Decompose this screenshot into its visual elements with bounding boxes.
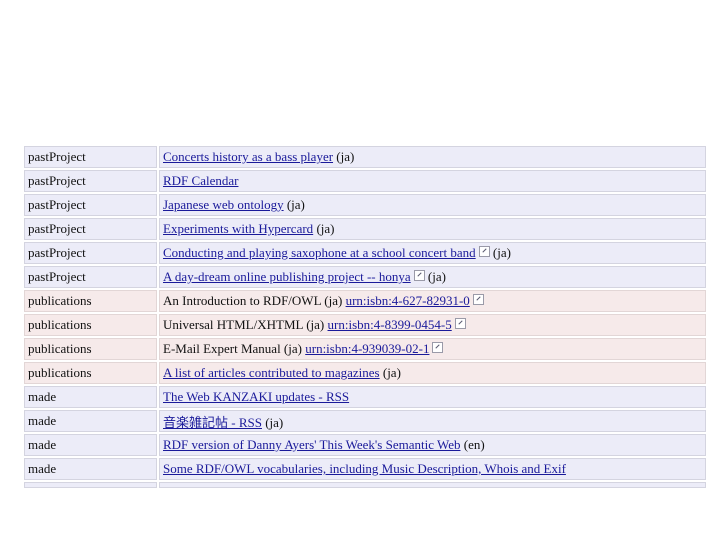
table-row: made Some RDF/OWL vocabularies, including…	[24, 458, 706, 482]
value-text: An Introduction to RDF/OWL (ja)	[163, 293, 346, 308]
properties-table: pastProject Concerts history as a bass pl…	[24, 146, 706, 488]
table-row: pastProject RDF Calendar	[24, 170, 706, 194]
value-link[interactable]: 音楽雑記帖 - RSS	[163, 415, 262, 430]
property-value-cell: E-Mail Expert Manual (ja) urn:isbn:4-939…	[159, 338, 706, 362]
value-link[interactable]: urn:isbn:4-8399-0454-5	[328, 317, 452, 332]
value-link[interactable]: Concerts history as a bass player	[163, 149, 333, 164]
table-row: made RDF version of Danny Ayers' This Wee…	[24, 434, 706, 458]
empty-cell	[24, 482, 159, 488]
value-link[interactable]: A list of articles contributed to magazi…	[163, 365, 380, 380]
value-link[interactable]: A day-dream online publishing project --…	[163, 269, 411, 284]
property-name-cell: made	[24, 410, 159, 434]
value-link[interactable]: The Web KANZAKI updates - RSS	[163, 389, 349, 404]
language-tag: (ja)	[261, 414, 284, 430]
property-value-cell: A list of articles contributed to magazi…	[159, 362, 706, 386]
value-link[interactable]: Experiments with Hypercard	[163, 221, 313, 236]
property-name-cell: publications	[24, 338, 159, 362]
property-name-cell: made	[24, 386, 159, 410]
properties-table-body: pastProject Concerts history as a bass pl…	[24, 146, 706, 488]
property-value-cell: Some RDF/OWL vocabularies, including Mus…	[159, 458, 706, 482]
table-row: pastProject Japanese web ontology (ja)	[24, 194, 706, 218]
table-row: pastProject Concerts history as a bass pl…	[24, 146, 706, 170]
language-tag: (ja)	[424, 269, 446, 284]
value-text: Universal HTML/XHTML (ja)	[163, 317, 328, 332]
property-value-cell: Conducting and playing saxophone at a sc…	[159, 242, 706, 266]
table-row: made 音楽雑記帖 - RSS (ja)	[24, 410, 706, 434]
table-row: publications Universal HTML/XHTML (ja) ur…	[24, 314, 706, 338]
language-tag: (ja)	[313, 221, 335, 236]
property-name-cell: pastProject	[24, 218, 159, 242]
property-value-cell: RDF Calendar	[159, 170, 706, 194]
external-link-icon	[478, 246, 490, 257]
property-name-cell: made	[24, 458, 159, 482]
value-link[interactable]: urn:isbn:4-627-82931-0	[346, 293, 470, 308]
property-value-cell: The Web KANZAKI updates - RSS	[159, 386, 706, 410]
value-link[interactable]: urn:isbn:4-939039-02-1	[305, 341, 429, 356]
external-link-icon	[472, 294, 484, 305]
table-row: publications E-Mail Expert Manual (ja) ur…	[24, 338, 706, 362]
table-row-partial	[24, 482, 706, 488]
property-value-cell: Universal HTML/XHTML (ja) urn:isbn:4-839…	[159, 314, 706, 338]
table-row: pastProject A day-dream online publishing…	[24, 266, 706, 290]
value-link[interactable]: Conducting and playing saxophone at a sc…	[163, 245, 476, 260]
language-tag: (en)	[460, 437, 485, 452]
language-tag: (ja)	[283, 197, 305, 212]
table-row: publications A list of articles contribut…	[24, 362, 706, 386]
value-link[interactable]: RDF version of Danny Ayers' This Week's …	[163, 437, 460, 452]
property-name-cell: pastProject	[24, 146, 159, 170]
property-value-cell: An Introduction to RDF/OWL (ja) urn:isbn…	[159, 290, 706, 314]
language-tag: (ja)	[489, 245, 511, 260]
external-link-icon	[413, 270, 425, 281]
property-name-cell: publications	[24, 362, 159, 386]
table-row: pastProject Experiments with Hypercard (j…	[24, 218, 706, 242]
property-value-cell: Concerts history as a bass player (ja)	[159, 146, 706, 170]
property-name-cell: pastProject	[24, 194, 159, 218]
property-value-cell: 音楽雑記帖 - RSS (ja)	[159, 410, 706, 434]
external-link-icon	[454, 318, 466, 329]
table-row: pastProject Conducting and playing saxoph…	[24, 242, 706, 266]
empty-cell	[159, 482, 706, 488]
language-tag: (ja)	[333, 149, 355, 164]
table-row: made The Web KANZAKI updates - RSS	[24, 386, 706, 410]
table-row: publications An Introduction to RDF/OWL (…	[24, 290, 706, 314]
language-tag: (ja)	[379, 365, 401, 380]
external-link-icon	[432, 342, 444, 353]
value-link[interactable]: Some RDF/OWL vocabularies, including Mus…	[163, 461, 566, 476]
value-text: E-Mail Expert Manual (ja)	[163, 341, 306, 356]
value-link[interactable]: RDF Calendar	[163, 173, 238, 188]
value-link[interactable]: Japanese web ontology	[163, 197, 284, 212]
property-value-cell: Japanese web ontology (ja)	[159, 194, 706, 218]
property-name-cell: publications	[24, 314, 159, 338]
property-name-cell: pastProject	[24, 170, 159, 194]
property-name-cell: pastProject	[24, 266, 159, 290]
property-name-cell: made	[24, 434, 159, 458]
property-value-cell: A day-dream online publishing project --…	[159, 266, 706, 290]
property-value-cell: RDF version of Danny Ayers' This Week's …	[159, 434, 706, 458]
property-name-cell: publications	[24, 290, 159, 314]
property-value-cell: Experiments with Hypercard (ja)	[159, 218, 706, 242]
property-name-cell: pastProject	[24, 242, 159, 266]
